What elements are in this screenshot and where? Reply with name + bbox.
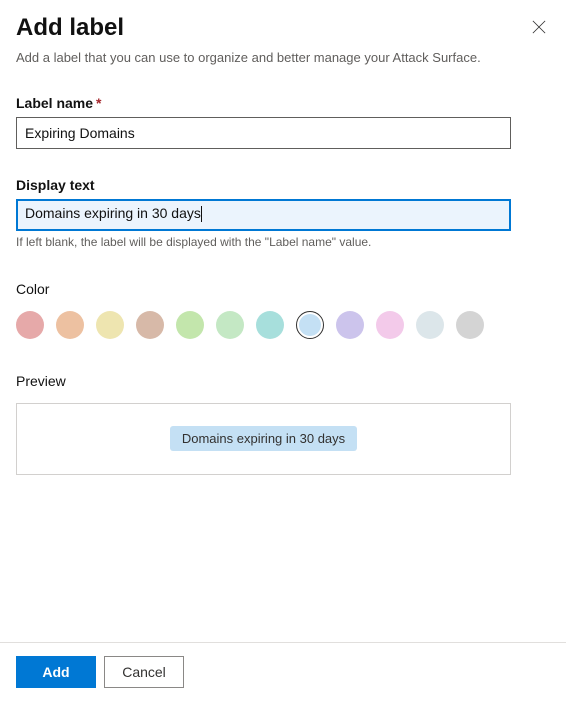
required-indicator: * (96, 95, 101, 111)
preview-box: Domains expiring in 30 days (16, 403, 511, 475)
color-swatch-3[interactable] (136, 311, 164, 339)
color-label: Color (16, 281, 550, 297)
text-cursor (201, 206, 202, 222)
color-swatch-0[interactable] (16, 311, 44, 339)
color-swatch-11[interactable] (456, 311, 484, 339)
display-text-label: Display text (16, 177, 550, 193)
display-text-input[interactable]: Domains expiring in 30 days (16, 199, 511, 231)
close-button[interactable] (528, 16, 550, 38)
color-swatch-2[interactable] (96, 311, 124, 339)
page-title: Add label (16, 14, 124, 43)
color-swatch-9[interactable] (376, 311, 404, 339)
color-swatch-7[interactable] (296, 311, 324, 339)
color-swatch-8[interactable] (336, 311, 364, 339)
preview-label: Preview (16, 373, 550, 389)
color-swatch-6[interactable] (256, 311, 284, 339)
display-text-helper: If left blank, the label will be display… (16, 235, 550, 249)
label-name-input[interactable] (16, 117, 511, 149)
label-name-label: Label name* (16, 95, 550, 111)
preview-chip: Domains expiring in 30 days (170, 426, 357, 451)
color-swatch-5[interactable] (216, 311, 244, 339)
color-swatches (16, 311, 550, 339)
color-swatch-4[interactable] (176, 311, 204, 339)
color-swatch-inner (299, 314, 321, 336)
color-swatch-1[interactable] (56, 311, 84, 339)
label-name-text: Label name (16, 95, 93, 111)
close-icon (532, 20, 546, 34)
add-button[interactable]: Add (16, 656, 96, 688)
cancel-button[interactable]: Cancel (104, 656, 184, 688)
display-text-value: Domains expiring in 30 days (25, 205, 201, 221)
dialog-footer: Add Cancel (0, 642, 566, 701)
color-swatch-10[interactable] (416, 311, 444, 339)
page-description: Add a label that you can use to organize… (16, 49, 550, 67)
